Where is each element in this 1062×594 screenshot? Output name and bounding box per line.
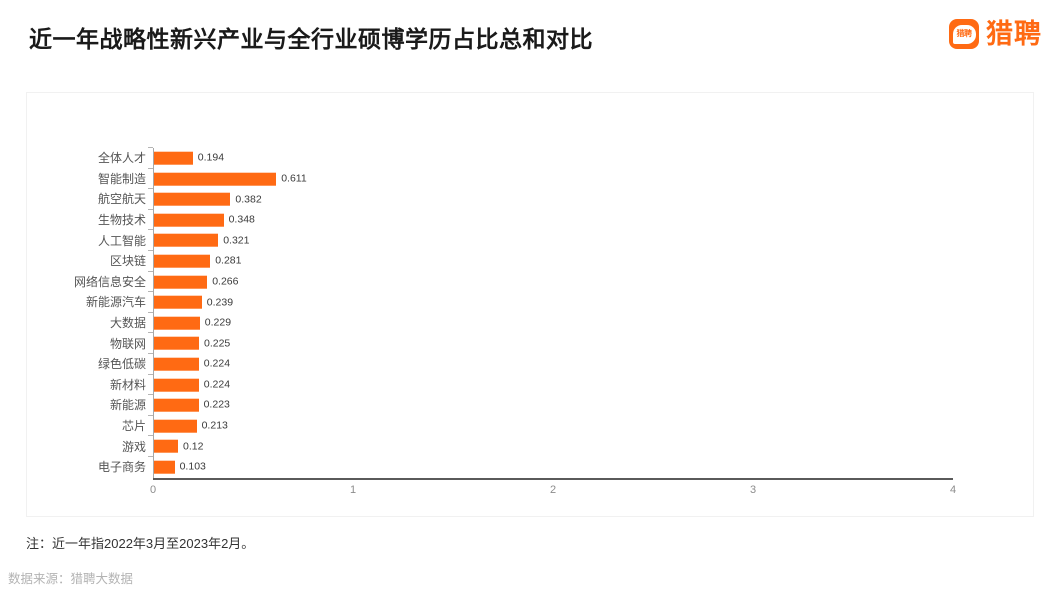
brand-name: 猎聘 <box>986 18 1042 49</box>
bar <box>154 295 202 309</box>
y-axis-tick-mark <box>148 270 153 272</box>
footnote-note: 注：近一年指2022年3月至2023年2月。 <box>26 536 255 551</box>
y-axis-tick-mark <box>148 311 153 313</box>
bar-row: 全体人才 0.194 <box>27 147 1033 169</box>
bar <box>154 254 211 268</box>
category-label: 绿色低碳 <box>97 357 146 372</box>
x-axis-tick-3: 3 <box>749 484 757 496</box>
bar-value-label: 0.12 <box>183 440 204 453</box>
x-axis-tick-0: 0 <box>149 484 157 496</box>
bar-value-label: 0.239 <box>206 296 234 309</box>
category-label: 大数据 <box>109 316 146 331</box>
y-axis-tick-mark <box>148 455 153 457</box>
category-label: 电子商务 <box>97 460 146 475</box>
bar-value-label: 0.213 <box>201 419 228 432</box>
page-title: 近一年战略性新兴产业与全行业硕博学历占比总和对比 <box>29 26 593 52</box>
category-label: 航空航天 <box>97 192 146 207</box>
bar <box>154 172 277 186</box>
bar <box>154 357 199 371</box>
bar-value-label: 0.103 <box>179 460 206 473</box>
category-label: 新能源汽车 <box>85 295 146 310</box>
liepin-logo-icon: 猎聘 <box>949 19 979 49</box>
bar-value-label: 0.224 <box>203 357 231 370</box>
bar-value-label: 0.194 <box>197 152 225 165</box>
bar <box>154 316 200 330</box>
bar-row: 生物技术 0.348 <box>27 208 1033 231</box>
bar-row: 大数据 0.229 <box>27 311 1033 334</box>
footnote-source: 数据来源：猎聘大数据 <box>8 572 134 586</box>
y-axis-tick-mark <box>148 147 153 148</box>
y-axis-tick-mark <box>148 291 153 293</box>
bar <box>154 275 208 289</box>
chart-card: 0 1 2 3 4 全体人才 0.194 智能制造 0.611 航空航天 0.382 生物技术 0.3… <box>26 92 1034 517</box>
bar <box>154 460 175 474</box>
bar-value-label: 0.266 <box>212 275 239 288</box>
bar-value-label: 0.223 <box>203 399 230 412</box>
bar <box>154 398 199 412</box>
bar-value-label: 0.348 <box>228 213 255 226</box>
bar-row: 芯片 0.213 <box>27 414 1033 437</box>
bar <box>154 213 224 227</box>
bar-row: 网络信息安全 0.266 <box>27 270 1033 293</box>
y-axis-tick-mark <box>148 167 153 169</box>
category-label: 物联网 <box>109 336 146 351</box>
category-label: 新材料 <box>109 377 146 392</box>
category-label: 游戏 <box>121 439 146 454</box>
bar-row: 电子商务 0.103 <box>27 455 1033 478</box>
bar <box>154 337 199 351</box>
bar <box>154 192 231 206</box>
x-axis-tick-2: 2 <box>549 484 557 496</box>
y-axis-tick-mark <box>148 373 153 375</box>
bar-row: 物联网 0.225 <box>27 332 1033 354</box>
bar-value-label: 0.321 <box>223 234 250 247</box>
bar-value-label: 0.224 <box>203 378 231 391</box>
y-axis-tick-mark <box>148 332 153 334</box>
bar-row: 新能源 0.223 <box>27 394 1033 416</box>
bar-row: 智能制造 0.611 <box>27 167 1033 190</box>
category-label: 网络信息安全 <box>73 274 146 289</box>
bar-value-label: 0.229 <box>204 316 232 329</box>
x-axis-line <box>153 478 953 480</box>
x-axis-tick-4: 4 <box>949 484 957 496</box>
bar-value-label: 0.225 <box>204 337 231 350</box>
category-label: 智能制造 <box>97 171 146 186</box>
bar-chart: 0 1 2 3 4 全体人才 0.194 智能制造 0.611 航空航天 0.382 生物技术 0.3… <box>27 93 1033 516</box>
category-label: 新能源 <box>109 398 146 413</box>
bar-row: 新材料 0.224 <box>27 373 1033 396</box>
bar-row: 区块链 0.281 <box>27 249 1033 272</box>
bar <box>154 440 178 454</box>
y-axis-tick-mark <box>148 414 153 416</box>
y-axis-tick-mark <box>148 435 153 437</box>
y-axis-tick-mark <box>148 394 153 396</box>
category-label: 芯片 <box>121 419 146 434</box>
category-label: 区块链 <box>109 254 146 269</box>
bar-value-label: 0.611 <box>281 172 307 185</box>
y-axis-tick-mark <box>148 352 153 354</box>
x-axis-tick-1: 1 <box>349 484 357 496</box>
bar-row: 游戏 0.12 <box>27 435 1033 457</box>
y-axis-tick-mark <box>148 249 153 251</box>
bar <box>154 234 219 248</box>
bar <box>154 378 199 392</box>
bar-value-label: 0.281 <box>215 255 242 268</box>
bar-row: 新能源汽车 0.239 <box>27 291 1033 313</box>
bar-row: 绿色低碳 0.224 <box>27 352 1033 375</box>
bar <box>154 419 197 433</box>
category-label: 人工智能 <box>97 233 146 248</box>
page-header: 近一年战略性新兴产业与全行业硕博学历占比总和对比 猎聘 猎聘 <box>0 0 1062 84</box>
bar-value-label: 0.382 <box>235 193 262 206</box>
bar <box>154 151 193 165</box>
y-axis-tick-mark <box>148 229 153 231</box>
y-axis-tick-mark <box>148 188 153 190</box>
category-label: 生物技术 <box>97 213 146 228</box>
y-axis-tick-mark <box>148 208 153 210</box>
speech-bubble-icon: 猎聘 <box>952 24 976 44</box>
bar-row: 航空航天 0.382 <box>27 188 1033 210</box>
bar-rows: 全体人才 0.194 智能制造 0.611 航空航天 0.382 生物技术 0.348 人工智能… <box>27 147 1033 478</box>
category-label: 全体人才 <box>97 151 146 166</box>
brand-logo: 猎聘 猎聘 <box>949 19 1042 49</box>
bar-row: 人工智能 0.321 <box>27 229 1033 251</box>
